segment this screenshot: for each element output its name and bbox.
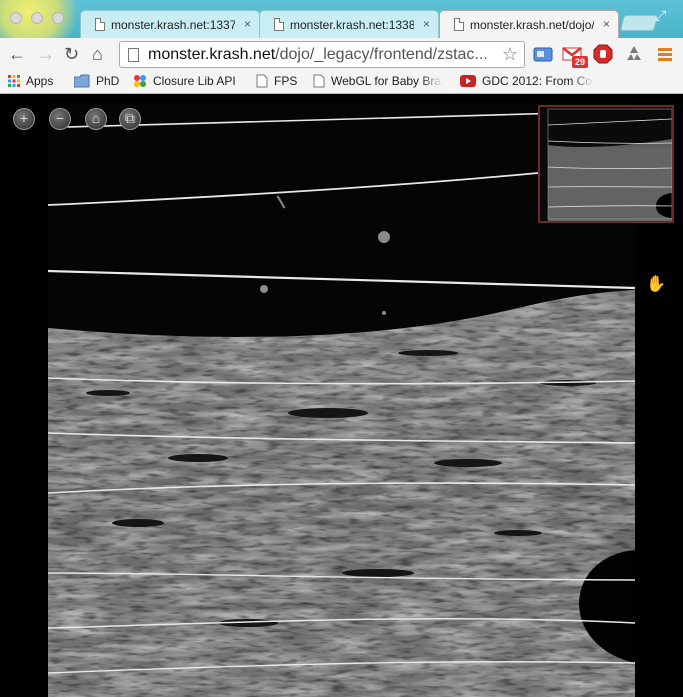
page-icon [454,18,464,31]
page-icon [274,18,284,31]
tab-1[interactable]: monster.krash.net:1337 × [80,10,260,38]
bookmark-gdc-2012[interactable]: GDC 2012: From Co [460,74,594,88]
reload-icon[interactable]: ↻ [64,43,79,65]
tab-close-icon[interactable]: × [603,17,610,31]
folder-icon [74,74,90,88]
menu-hamburger-icon[interactable] [654,43,676,65]
new-tab-button[interactable] [619,15,659,31]
tab-title: monster.krash.net/dojo/ [470,18,594,32]
tab-close-icon[interactable]: × [244,17,251,31]
tab-title: monster.krash.net:1337 [111,18,235,32]
window-minimize-button[interactable] [31,12,43,24]
address-bar[interactable]: monster.krash.net/dojo/_legacy/frontend/… [119,41,525,68]
browser-titlebar: monster.krash.net:1337 × monster.krash.n… [0,0,683,38]
adblock-stop-icon[interactable] [592,43,614,65]
bookmark-star-icon[interactable]: ☆ [502,44,518,65]
tab-close-icon[interactable]: × [423,17,430,31]
hand-cursor-icon: ✋ [646,276,666,293]
apps-grid-icon [8,75,20,87]
notification-count-badge: 29 [572,56,589,68]
bookmark-label: FPS [274,74,298,88]
overview-thumbnail [540,107,672,221]
tab-3-active[interactable]: monster.krash.net/dojo/ × [439,10,619,38]
full-page-button[interactable]: ⧉ [119,108,141,130]
zoom-in-button[interactable]: + [13,108,35,130]
page-icon [128,48,139,62]
tab-title: monster.krash.net:1338 [290,18,414,32]
screenshot-extension-icon[interactable] [532,43,554,65]
page-icon [256,74,268,88]
window-close-button[interactable] [10,12,22,24]
recycle-icon[interactable] [623,43,645,65]
tab-2[interactable]: monster.krash.net:1338 × [259,10,439,38]
bookmark-phd[interactable]: PhD [74,74,119,88]
closure-icon [134,75,146,87]
bookmark-apps[interactable]: Apps [8,74,53,88]
bookmark-closure-lib[interactable]: Closure Lib API [133,74,236,88]
bookmark-label: PhD [96,74,120,88]
home-icon[interactable]: ⌂ [92,43,103,65]
zoom-out-button[interactable]: − [49,108,71,130]
page-icon [313,74,325,88]
window-zoom-button[interactable] [52,12,64,24]
fullscreen-arrows-icon[interactable]: ⤢ [655,7,666,24]
image-viewer[interactable]: + − ⌂ ⧉ ✋ [8,103,675,697]
bookmark-label: GDC 2012: From Co [482,74,593,88]
youtube-icon [460,75,476,87]
navigator-overview[interactable] [538,105,674,223]
bookmark-webgl[interactable]: WebGL for Baby Brai [313,74,443,88]
bookmark-label: Apps [26,74,54,88]
bookmarks-bar: Apps PhD Closure Lib API FPS WebGL for B… [0,70,683,94]
home-view-button[interactable]: ⌂ [85,108,107,130]
bookmark-label: WebGL for Baby Brai [331,74,443,88]
page-icon [95,18,105,31]
bookmark-fps[interactable]: FPS [256,74,297,88]
url-text[interactable]: monster.krash.net/dojo/_legacy/frontend/… [148,46,493,64]
bookmark-label: Closure Lib API [153,74,236,88]
forward-arrow-icon[interactable]: → [37,43,55,65]
back-arrow-icon[interactable]: ← [8,43,26,65]
